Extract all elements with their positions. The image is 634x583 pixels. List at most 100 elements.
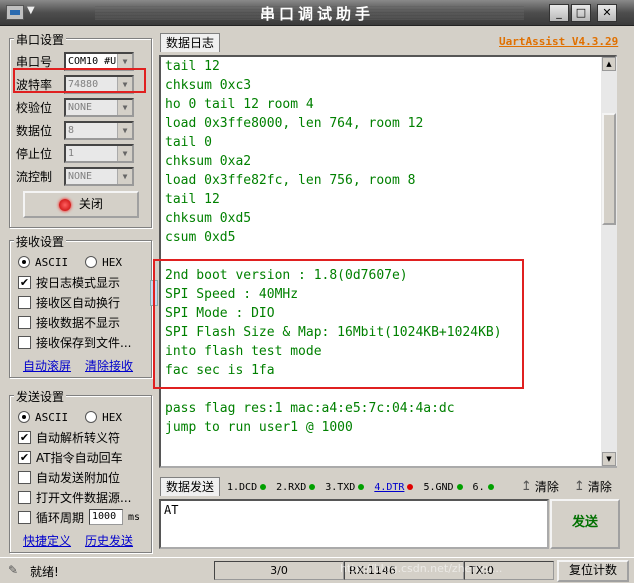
pin-status-bar: 1.DCD 2.RXD 3.TXD 4.DTR 5.GND 6. <box>227 478 494 496</box>
send-settings-group: 发送设置 ASCII HEX ✔ 自动解析转义符 ✔ AT指令自动回车 自动发送附加… <box>9 388 152 553</box>
scroll-down-icon[interactable]: ▼ <box>602 452 616 466</box>
tab-data-log[interactable]: 数据日志 <box>160 33 221 52</box>
log-line: chksum 0xc3 <box>165 78 252 93</box>
tab-data-send[interactable]: 数据发送 <box>160 477 221 496</box>
log-line: load 0x3ffe82fc, len 756, room 8 <box>165 173 416 188</box>
chevron-down-icon[interactable]: ▼ <box>117 53 132 69</box>
pin-indicator[interactable]: 3.TXD <box>325 482 365 493</box>
pin-indicator[interactable]: 6. <box>473 482 494 493</box>
send-option-cycle[interactable]: 循环周期 1000 ms <box>18 508 140 526</box>
parity-select[interactable]: NONE ▼ <box>64 97 134 117</box>
close-window-button[interactable]: ✕ <box>597 4 617 22</box>
pin-indicator[interactable]: 2.RXD <box>276 482 316 493</box>
stopbits-label: 停止位 <box>16 146 53 161</box>
checkbox[interactable] <box>18 510 31 524</box>
send-button[interactable]: 发送 <box>550 499 620 549</box>
option-label: 自动解析转义符 <box>36 430 121 445</box>
clear-label: 清除 <box>587 480 612 494</box>
period-input[interactable]: 1000 <box>89 509 124 525</box>
minimize-button[interactable]: _ <box>549 4 569 22</box>
databits-select[interactable]: 8 ▼ <box>64 120 134 140</box>
send-option-append[interactable]: 自动发送附加位 <box>18 468 120 486</box>
status-bar: ✎ 就绪! 3/0 RX:1146 TX:0 复位计数 http://blog.… <box>0 557 634 583</box>
log-line: pass flag res:1 mac:a4:e5:7c:04:4a:dc <box>165 401 455 416</box>
log-line: ho 0 tail 12 room 4 <box>165 97 314 112</box>
log-line: chksum 0xa2 <box>165 154 252 169</box>
checkbox[interactable] <box>18 335 31 349</box>
option-label: 按日志模式显示 <box>36 275 121 290</box>
chevron-down-icon[interactable]: ▼ <box>117 99 132 115</box>
clear-label: 清除 <box>534 480 559 494</box>
pin-label: 4.DTR <box>374 481 405 493</box>
log-line: tail 12 <box>165 192 220 207</box>
highlight-box-baud <box>13 68 146 93</box>
pin-status-dot-icon <box>358 484 365 490</box>
clear-send-button[interactable]: ↥ 清除 <box>521 478 559 495</box>
maximize-button[interactable]: □ <box>571 4 591 22</box>
port-value: COM10 #U <box>68 55 117 67</box>
pin-status-dot-icon <box>407 484 414 490</box>
status-ready: 就绪! <box>30 565 59 579</box>
receive-hex-label: HEX <box>102 255 122 269</box>
pin-indicator[interactable]: 4.DTR <box>374 481 414 493</box>
checkbox[interactable] <box>18 315 31 329</box>
send-option-at-cr[interactable]: ✔ AT指令自动回车 <box>18 448 123 466</box>
pin-status-dot-icon <box>309 484 316 490</box>
chevron-down-icon[interactable]: ▼ <box>117 145 132 161</box>
pin-indicator[interactable]: 1.DCD <box>227 482 267 493</box>
reset-count-button[interactable]: 复位计数 <box>557 560 629 582</box>
checkbox[interactable] <box>18 295 31 309</box>
log-line: tail 0 <box>165 135 212 150</box>
shortcut-define-link[interactable]: 快捷定义 <box>23 532 71 549</box>
send-ascii-radio[interactable] <box>18 411 30 423</box>
receive-mode-row: ASCII HEX <box>18 253 122 271</box>
receive-hex-radio[interactable] <box>85 256 98 268</box>
port-label: 串口号 <box>16 54 53 69</box>
receive-option-save-file[interactable]: 接收保存到文件... <box>18 333 131 351</box>
checkbox[interactable]: ✔ <box>18 450 31 464</box>
close-port-label: 关闭 <box>78 197 103 211</box>
chevron-down-icon[interactable]: ▼ <box>117 122 132 138</box>
send-hex-radio[interactable] <box>85 411 98 423</box>
log-scrollbar[interactable]: ▲ ▼ <box>601 57 617 466</box>
flow-select[interactable]: NONE ▼ <box>64 166 134 186</box>
clear-receive-link[interactable]: 清除接收 <box>85 357 133 374</box>
auto-scroll-link[interactable]: 自动滚屏 <box>23 357 71 374</box>
stopbits-value: 1 <box>68 147 75 159</box>
pin-status-dot-icon <box>260 484 267 490</box>
receive-option-wrap[interactable]: 接收区自动换行 <box>18 293 120 311</box>
receive-option-hide[interactable]: 接收数据不显示 <box>18 313 120 331</box>
group-title: 接收设置 <box>14 233 67 250</box>
app-brand[interactable]: UartAssist V4.3.29 <box>499 35 618 48</box>
checkbox[interactable]: ✔ <box>18 275 31 289</box>
send-option-file-source[interactable]: 打开文件数据源... <box>18 488 131 506</box>
send-option-escape[interactable]: ✔ 自动解析转义符 <box>18 428 120 446</box>
flow-label: 流控制 <box>16 169 53 184</box>
checkbox[interactable] <box>18 470 31 484</box>
status-tx: TX:0 <box>464 561 554 580</box>
window-title: 串口调试助手 <box>259 5 374 23</box>
clear-all-button[interactable]: ↥ 清除 <box>574 478 612 495</box>
close-port-button[interactable]: 关闭 <box>23 191 139 218</box>
databits-row: 数据位 8 ▼ <box>16 120 134 140</box>
parity-label: 校验位 <box>16 100 53 115</box>
group-title: 串口设置 <box>14 31 67 48</box>
send-hex-label: HEX <box>102 410 122 424</box>
scroll-up-icon[interactable]: ▲ <box>602 57 616 71</box>
checkbox[interactable]: ✔ <box>18 430 31 444</box>
history-send-link[interactable]: 历史发送 <box>85 532 133 549</box>
databits-value: 8 <box>68 124 75 136</box>
title-bar: ▼ 串口调试助手 _ □ ✕ <box>0 0 634 26</box>
receive-ascii-radio[interactable] <box>18 256 30 268</box>
arrow-up-icon: ↥ <box>521 479 532 494</box>
pin-indicator[interactable]: 5.GND <box>423 482 463 493</box>
stopbits-select[interactable]: 1 ▼ <box>64 143 134 163</box>
option-label: 接收数据不显示 <box>36 315 121 330</box>
chevron-down-icon[interactable]: ▼ <box>117 168 132 184</box>
scroll-thumb[interactable] <box>602 113 616 225</box>
checkbox[interactable] <box>18 490 31 504</box>
arrow-up-icon: ↥ <box>574 479 585 494</box>
option-label: 接收区自动换行 <box>36 295 121 310</box>
send-input[interactable]: AT <box>159 499 549 549</box>
receive-option-log-mode[interactable]: ✔ 按日志模式显示 <box>18 273 120 291</box>
